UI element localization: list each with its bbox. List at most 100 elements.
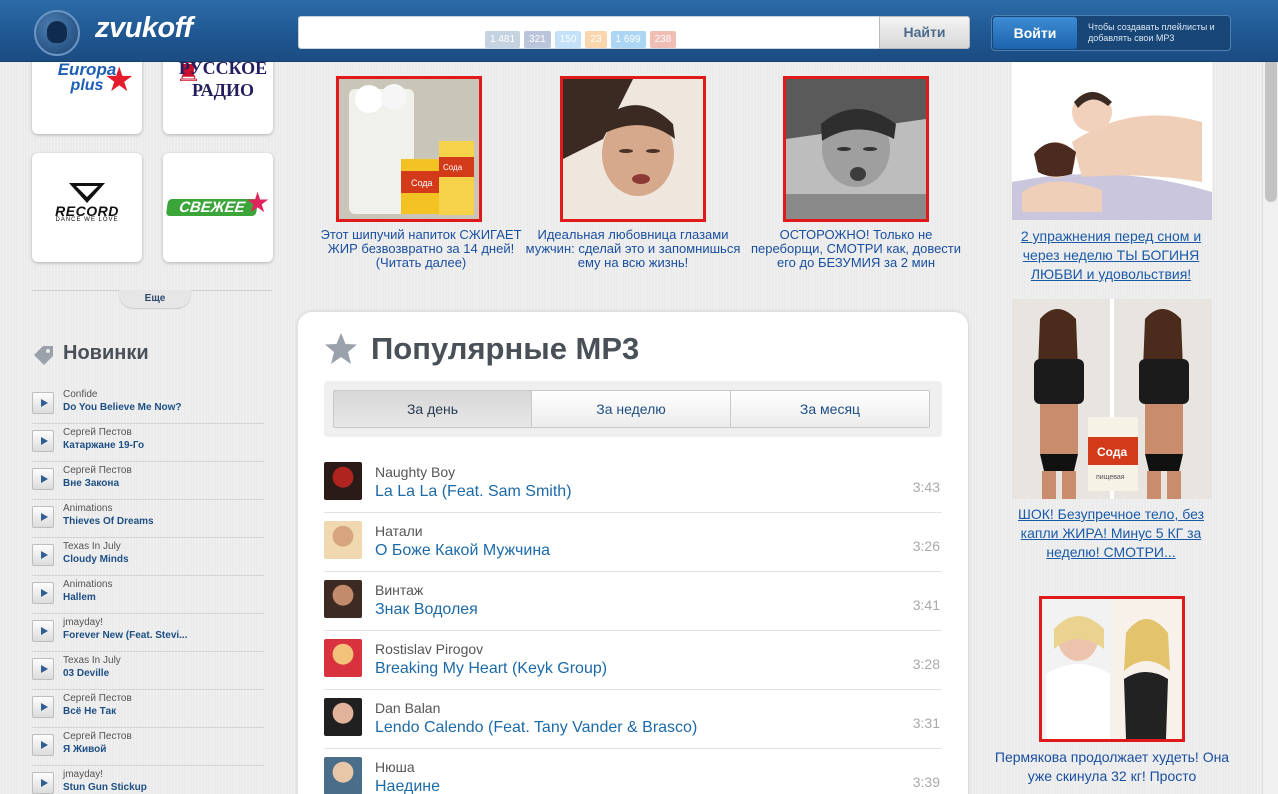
- new-track-artist[interactable]: Сергей Пестов: [63, 427, 132, 438]
- track-duration: 3:28: [912, 656, 940, 672]
- scrollbar-thumb[interactable]: [1265, 44, 1277, 202]
- new-track-title[interactable]: Вне Закона: [63, 478, 213, 489]
- track-cover-image[interactable]: [324, 580, 362, 618]
- track-title[interactable]: Знак Водолея: [375, 601, 478, 619]
- share-mailru-count[interactable]: 1 699: [610, 31, 646, 48]
- play-icon[interactable]: [32, 696, 54, 718]
- new-track-title[interactable]: Cloudy Minds: [63, 554, 213, 565]
- tab-day[interactable]: За день: [333, 390, 532, 428]
- tab-month[interactable]: За месяц: [730, 390, 930, 428]
- track-cover-image[interactable]: [324, 698, 362, 736]
- ad-image-warning[interactable]: [783, 76, 929, 222]
- page-scrollbar[interactable]: [1262, 42, 1278, 794]
- track-row[interactable]: Натали О Боже Какой Мужчина 3:26: [324, 513, 942, 572]
- new-track-artist[interactable]: Texas In July: [63, 541, 121, 552]
- new-track-artist[interactable]: Сергей Пестов: [63, 693, 132, 704]
- new-track-title[interactable]: Всё Не Так: [63, 706, 213, 717]
- track-title[interactable]: Breaking My Heart (Keyk Group): [375, 660, 607, 678]
- new-track-title[interactable]: Do You Believe Me Now?: [63, 402, 213, 413]
- radio-record[interactable]: RECORD DANCE WE LOVE: [32, 153, 142, 262]
- new-track-title[interactable]: Hallem: [63, 592, 213, 603]
- track-title[interactable]: О Боже Какой Мужчина: [375, 542, 550, 560]
- track-title[interactable]: La La La (Feat. Sam Smith): [375, 483, 572, 501]
- new-track-artist[interactable]: Animations: [63, 503, 112, 514]
- track-artist[interactable]: Rostislav Pirogov: [375, 641, 483, 657]
- play-icon[interactable]: [32, 658, 54, 680]
- share-twitter-count[interactable]: 150: [554, 31, 582, 48]
- new-track-item[interactable]: Animations Hallem: [32, 576, 264, 614]
- new-track-artist[interactable]: Confide: [63, 389, 97, 400]
- ad-image-permyakova[interactable]: [1039, 596, 1185, 742]
- new-track-artist[interactable]: jmayday!: [63, 617, 103, 628]
- track-cover-image[interactable]: [324, 521, 362, 559]
- new-track-title[interactable]: Stun Gun Stickup: [63, 782, 213, 793]
- new-track-item[interactable]: jmayday! Stun Gun Stickup: [32, 766, 264, 794]
- new-track-artist[interactable]: Сергей Пестов: [63, 731, 132, 742]
- new-track-artist[interactable]: Texas In July: [63, 655, 121, 666]
- new-track-title[interactable]: Катаржане 19-Го: [63, 440, 213, 451]
- ad-text-soda-drink[interactable]: Этот шипучий напиток СЖИГАЕТ ЖИР безвозв…: [310, 228, 532, 270]
- new-track-item[interactable]: Сергей Пестов Я Живой: [32, 728, 264, 766]
- share-gplus-count[interactable]: 238: [649, 31, 677, 48]
- site-logo[interactable]: zvukoff: [34, 8, 204, 56]
- ad-text-permyakova[interactable]: Пермякова продолжает худеть! Она уже ски…: [990, 748, 1234, 786]
- new-track-item[interactable]: Сергей Пестов Вне Закона: [32, 462, 264, 500]
- radio-europa-plus[interactable]: Europa plus ★: [32, 50, 142, 134]
- new-track-artist[interactable]: jmayday!: [63, 769, 103, 780]
- ad-image-fitness[interactable]: Сода пищевая: [1012, 299, 1212, 499]
- new-track-item[interactable]: Сергей Пестов Всё Не Так: [32, 690, 264, 728]
- play-icon[interactable]: [32, 544, 54, 566]
- share-ok-count[interactable]: 23: [585, 31, 607, 48]
- new-track-item[interactable]: Animations Thieves Of Dreams: [32, 500, 264, 538]
- new-track-artist[interactable]: Сергей Пестов: [63, 465, 132, 476]
- play-icon[interactable]: [32, 620, 54, 642]
- play-icon[interactable]: [32, 734, 54, 756]
- track-artist[interactable]: Naughty Boy: [375, 464, 455, 480]
- login-button[interactable]: Войти: [993, 17, 1077, 49]
- play-icon[interactable]: [32, 506, 54, 528]
- track-title[interactable]: Наедине: [375, 778, 440, 794]
- track-artist[interactable]: Натали: [375, 523, 423, 539]
- track-row[interactable]: Нюша Наедине 3:39: [324, 749, 942, 794]
- play-icon[interactable]: [32, 582, 54, 604]
- play-icon[interactable]: [32, 468, 54, 490]
- play-icon[interactable]: [32, 772, 54, 794]
- track-cover-image[interactable]: [324, 757, 362, 794]
- ad-image-couple[interactable]: [1012, 62, 1212, 220]
- more-radio-button[interactable]: Еще: [119, 290, 191, 308]
- new-track-title[interactable]: Thieves Of Dreams: [63, 516, 213, 527]
- track-cover-image[interactable]: [324, 462, 362, 500]
- radio-russkoe[interactable]: ♜ РУССКОЕ РАДИО: [163, 50, 273, 134]
- search-button[interactable]: Найти: [879, 16, 970, 49]
- track-row[interactable]: Dan Balan Lendo Calendo (Feat. Tany Vande…: [324, 690, 942, 749]
- ad-image-lover[interactable]: [560, 76, 706, 222]
- play-icon[interactable]: [32, 430, 54, 452]
- track-artist[interactable]: Нюша: [375, 759, 415, 775]
- track-row[interactable]: Naughty Boy La La La (Feat. Sam Smith) 3:4…: [324, 454, 942, 513]
- share-vk-count[interactable]: 1 481: [485, 31, 521, 48]
- ad-text-lover[interactable]: Идеальная любовница глазами мужчин: сдел…: [522, 228, 744, 270]
- new-track-item[interactable]: Texas In July Cloudy Minds: [32, 538, 264, 576]
- track-artist[interactable]: Винтаж: [375, 582, 423, 598]
- ad-image-soda-drink[interactable]: Сода Сода: [336, 76, 482, 222]
- ad-text-exercises[interactable]: 2 упражнения перед сном и через неделю Т…: [1004, 227, 1218, 284]
- track-title[interactable]: Lendo Calendo (Feat. Tany Vander & Brasc…: [375, 719, 697, 737]
- new-track-title[interactable]: Forever New (Feat. Stevi...: [63, 630, 213, 641]
- new-track-item[interactable]: jmayday! Forever New (Feat. Stevi...: [32, 614, 264, 652]
- new-track-item[interactable]: Сергей Пестов Катаржане 19-Го: [32, 424, 264, 462]
- track-row[interactable]: Винтаж Знак Водолея 3:41: [324, 572, 942, 631]
- play-icon[interactable]: [32, 392, 54, 414]
- track-cover-image[interactable]: [324, 639, 362, 677]
- radio-svezhee[interactable]: СВЕЖЕЕ ★: [163, 153, 273, 262]
- new-track-title[interactable]: 03 Deville: [63, 668, 213, 679]
- track-artist[interactable]: Dan Balan: [375, 700, 440, 716]
- tab-week[interactable]: За неделю: [531, 390, 731, 428]
- new-track-item[interactable]: Confide Do You Believe Me Now?: [32, 386, 264, 424]
- ad-text-warning[interactable]: ОСТОРОЖНО! Только не переборщи, СМОТРИ к…: [745, 228, 967, 270]
- new-track-title[interactable]: Я Живой: [63, 744, 213, 755]
- new-track-artist[interactable]: Animations: [63, 579, 112, 590]
- share-fb-count[interactable]: 321: [524, 31, 551, 48]
- new-track-item[interactable]: Texas In July 03 Deville: [32, 652, 264, 690]
- ad-text-body[interactable]: ШОК! Безупречное тело, без капли ЖИРА! М…: [1004, 505, 1218, 562]
- track-row[interactable]: Rostislav Pirogov Breaking My Heart (Keyk…: [324, 631, 942, 690]
